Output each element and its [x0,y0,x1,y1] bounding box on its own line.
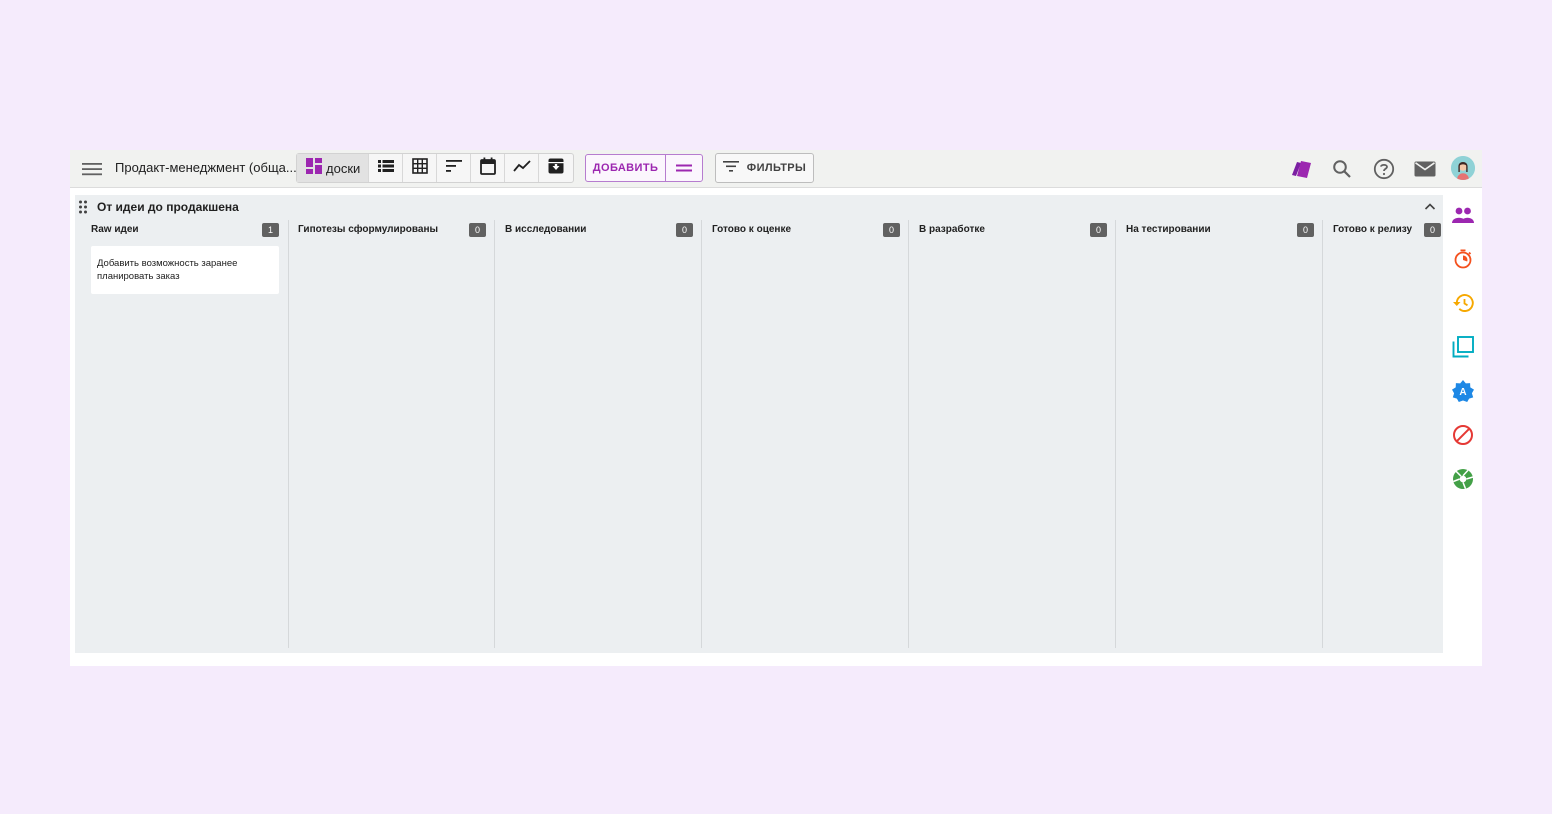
column-count-badge: 0 [469,223,486,237]
toolbar: Продакт-менеджмент (обща... доски ДОБАВИ… [70,150,1482,188]
add-more-button[interactable] [666,155,702,181]
aperture-icon[interactable] [1451,467,1475,491]
view-table-button[interactable] [403,154,438,182]
column-title: Готово к оценке [712,224,792,235]
view-list-button[interactable] [369,154,404,182]
column-ready-for-release: Готово к релизу 0 [1323,220,1443,648]
column-title: Raw идеи [91,224,139,235]
column-testing: На тестировании 0 [1116,220,1323,648]
column-count-badge: 1 [262,223,279,237]
view-switcher: доски [296,153,575,183]
board: От идеи до продакшена Raw идеи 1 Добавит… [75,195,1443,653]
view-archive-button[interactable] [539,154,573,182]
column-count-badge: 0 [883,223,900,237]
filters-label: ФИЛЬТРЫ [746,162,807,174]
chevron-up-icon[interactable] [1422,199,1438,215]
add-button-group: ДОБАВИТЬ [585,154,703,182]
chart-icon [513,159,531,177]
archive-icon [548,158,564,179]
copy-icon[interactable] [1451,335,1475,359]
column-in-development: В разработке 0 [909,220,1116,648]
column-hypotheses: Гипотезы сформулированы 0 [288,220,495,648]
column-title: Гипотезы сформулированы [298,224,439,235]
calendar-icon [479,157,496,180]
people-icon[interactable] [1451,203,1475,227]
menu-icon[interactable] [80,157,104,181]
add-button[interactable]: ДОБАВИТЬ [586,155,666,181]
mail-icon[interactable] [1411,155,1439,183]
task-card[interactable]: Добавить возможность заранее планировать… [91,246,279,294]
column-title: В исследовании [505,224,587,235]
drag-handle-icon[interactable] [78,200,88,214]
equals-icon [676,159,692,177]
search-icon[interactable] [1328,155,1356,183]
timer-icon[interactable] [1451,247,1475,271]
column-raw-ideas: Raw идеи 1 Добавить возможность заранее … [81,220,289,648]
column-ready-for-estimate: Готово к оценке 0 [702,220,909,648]
table-icon [411,157,428,179]
right-rail: A [1443,188,1482,666]
filters-button[interactable]: ФИЛЬТРЫ [715,153,814,183]
column-research: В исследовании 0 [495,220,702,648]
column-count-badge: 0 [676,223,693,237]
view-boards-button[interactable]: доски [297,154,370,182]
column-title: Готово к релизу [1333,224,1413,235]
sort-icon [445,159,462,177]
column-count-badge: 0 [1297,223,1314,237]
history-icon[interactable] [1451,291,1475,315]
list-icon [377,159,394,178]
board-header: От идеи до продакшена [75,195,1443,217]
help-icon[interactable] [1370,155,1398,183]
avatar[interactable] [1451,156,1475,180]
column-title: В разработке [919,224,985,235]
cards-icon[interactable] [1287,155,1315,183]
board-title[interactable]: От идеи до продакшена [97,200,239,214]
view-chart-button[interactable] [505,154,540,182]
column-count-badge: 0 [1090,223,1107,237]
app-window: Продакт-менеджмент (обща... доски ДОБАВИ… [70,150,1482,666]
filter-icon [722,159,739,177]
view-sort-button[interactable] [437,154,472,182]
board-icon [306,157,322,179]
view-calendar-button[interactable] [471,154,506,182]
project-title[interactable]: Продакт-менеджмент (обща... [115,160,297,175]
badge-a-icon[interactable]: A [1451,379,1475,403]
blocked-icon[interactable] [1451,423,1475,447]
column-title: На тестировании [1126,224,1211,235]
svg-text:A: A [1459,387,1466,398]
column-count-badge: 0 [1424,223,1441,237]
view-boards-label: доски [326,160,361,176]
